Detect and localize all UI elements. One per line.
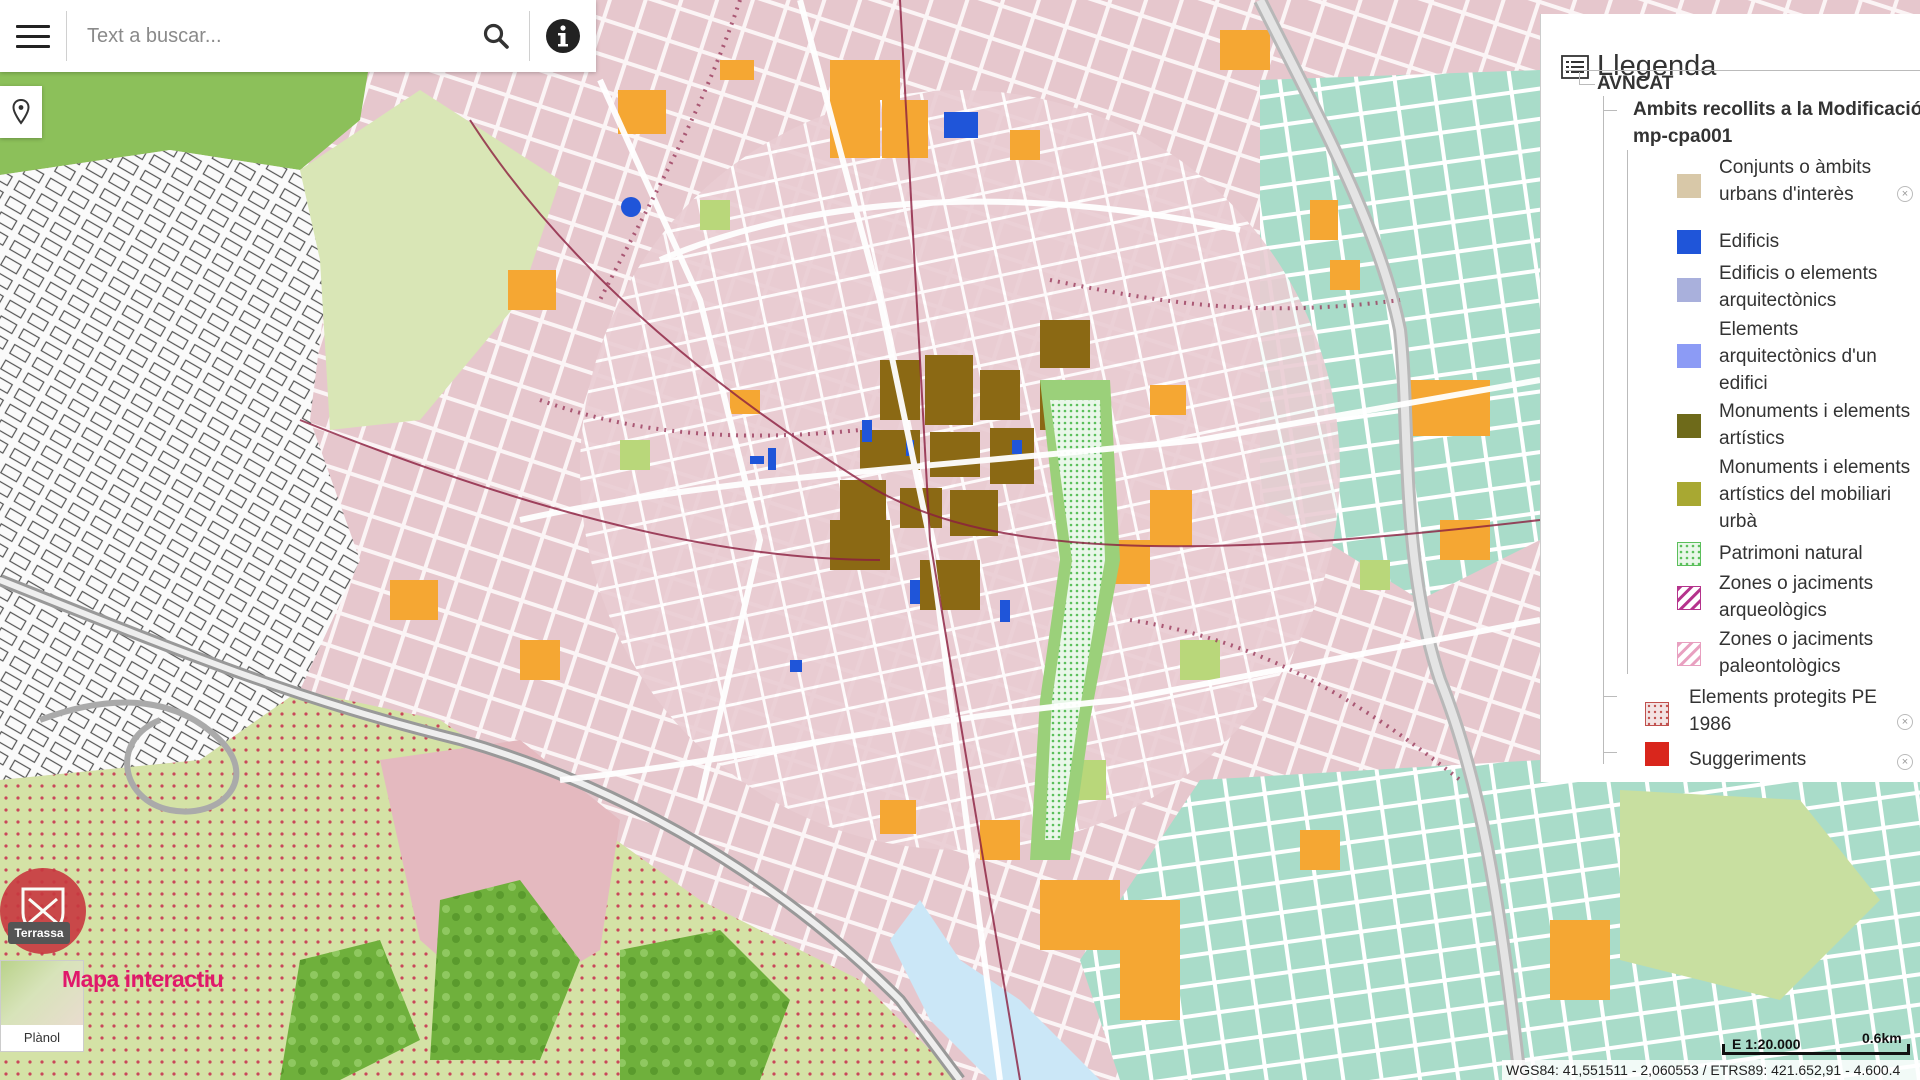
tree-connector (1579, 72, 1580, 84)
legend-swatch-edificis-elements (1677, 278, 1701, 302)
tree-connector (1603, 96, 1604, 764)
close-icon[interactable]: × (1897, 714, 1913, 730)
legend-item-label: Conjunts o àmbits urbans d'interès (1719, 157, 1872, 205)
coordinates-readout: WGS84: 41,551511 - 2,060553 / ETRS89: 42… (1502, 1060, 1920, 1080)
tree-connector (1579, 84, 1595, 85)
tree-connector (1603, 696, 1617, 697)
legend-item-label: Edificis o elements arquitectònics (1719, 263, 1878, 311)
info-icon[interactable] (530, 0, 596, 72)
legend-item-label: Monuments i elements artístics (1719, 401, 1911, 449)
scale-tick (1722, 1044, 1725, 1055)
legend-swatch-conjunts (1677, 174, 1701, 198)
legend-item-label: Elements arquitectònics d'un edifici (1719, 319, 1877, 394)
basemap-label: Plànol (23, 1030, 61, 1045)
legend-item-label: Elements protegits PE 1986 (1689, 687, 1877, 735)
legend-swatch-arqueologics (1677, 586, 1701, 610)
legend-group[interactable]: AVNCAT (1597, 70, 1673, 97)
legend-subgroup-line: Ambits recollits a la Modificació (1633, 99, 1920, 120)
legend-subgroup-line: mp-cpa001 (1633, 126, 1733, 147)
legend-swatch-edificis (1677, 230, 1701, 254)
legend-swatch-monuments (1677, 414, 1701, 438)
tree-connector (1603, 752, 1617, 753)
legend-item-label: Suggeriments (1689, 749, 1807, 770)
search-icon[interactable] (463, 0, 529, 72)
scale-ratio: E 1:20.000 (1732, 1036, 1801, 1052)
list-icon (1561, 54, 1589, 79)
legend-subgroup[interactable]: Ambits recollits a la Modificació mp-cpa… (1633, 96, 1920, 150)
tree-connector (1627, 150, 1628, 674)
legend-item-label: Monuments i elements artístics del mobil… (1719, 457, 1911, 532)
search-input[interactable] (67, 6, 463, 66)
legend-item-label: Edificis (1719, 231, 1780, 252)
legend-swatch-mobiliari (1677, 482, 1701, 506)
legend-swatch-elements-arq (1677, 344, 1701, 368)
scale-line (1722, 1052, 1910, 1055)
close-icon[interactable]: × (1897, 186, 1913, 202)
legend-panel: Llegenda AVNCAT Ambits recollits a la Mo… (1540, 14, 1920, 782)
logo-label: Terrassa (8, 922, 70, 944)
tree-connector (1603, 110, 1617, 111)
scale-distance: 0.6km (1862, 1030, 1902, 1046)
legend-swatch-pe1986 (1645, 702, 1669, 726)
legend-item-label: Patrimoni natural (1719, 543, 1863, 564)
menu-icon[interactable] (0, 0, 66, 72)
close-icon[interactable]: × (1897, 754, 1913, 770)
legend-item-label: Zones o jaciments arqueològics (1719, 573, 1874, 621)
scale-bar: E 1:20.000 0.6km (1722, 1030, 1910, 1056)
legend-swatch-patrimoni (1677, 542, 1701, 566)
legend-swatch-paleontologics (1677, 642, 1701, 666)
location-pin-icon[interactable] (0, 86, 42, 138)
scale-tick (1907, 1044, 1910, 1055)
search-bar (0, 0, 596, 72)
legend-item-label: Zones o jaciments paleontològics (1719, 629, 1874, 677)
legend-swatch-suggeriments (1645, 742, 1669, 766)
app-title: Mapa interactiu (62, 966, 224, 992)
